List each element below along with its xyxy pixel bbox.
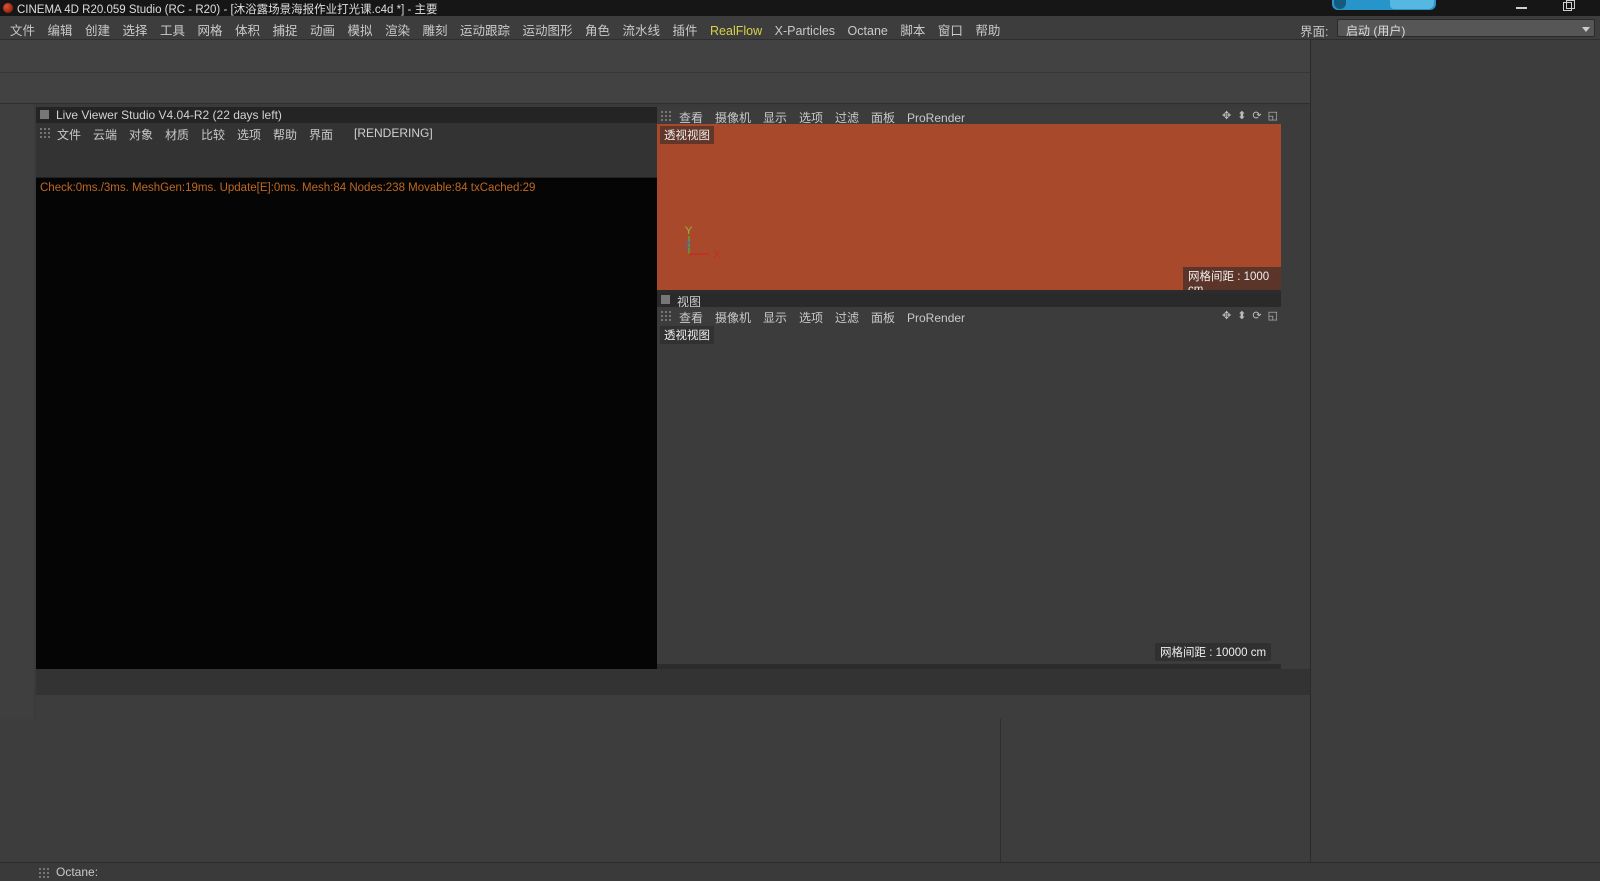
svg-text:Z: Z	[685, 240, 691, 251]
svg-text:X: X	[713, 249, 721, 258]
svg-text:Y: Y	[685, 225, 693, 237]
